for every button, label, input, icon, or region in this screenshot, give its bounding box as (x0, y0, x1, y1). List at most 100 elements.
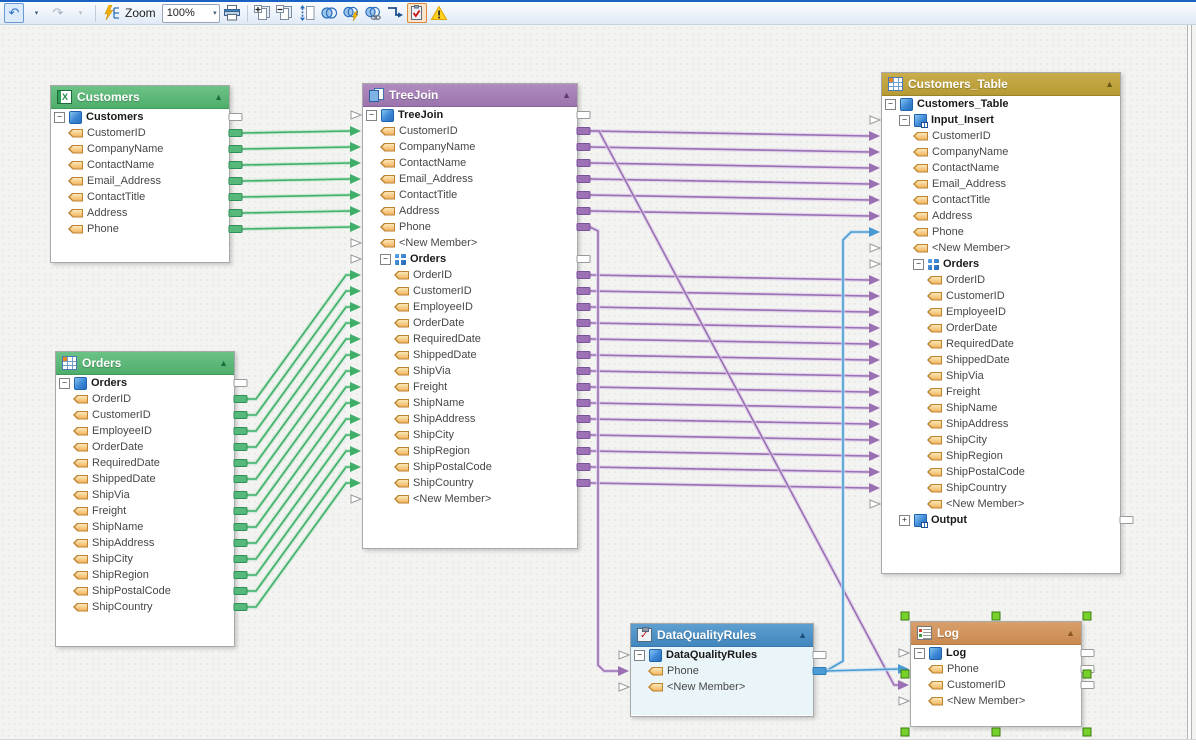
row-phone[interactable]: Phone (631, 663, 813, 679)
row-customerid[interactable]: CustomerID (911, 677, 1081, 693)
row-new-member[interactable]: <New Member> (363, 491, 577, 507)
zoom-select[interactable]: 100% ▾ (162, 4, 220, 23)
redo-button[interactable]: ↷ (48, 3, 68, 23)
row-customerid[interactable]: CustomerID (363, 283, 577, 299)
print-button[interactable] (222, 3, 242, 23)
component-header[interactable]: DataQualityRules ▲ (631, 624, 813, 647)
horizontal-scrollbar[interactable] (0, 739, 1196, 746)
collapse-toggle-icon[interactable]: ▲ (214, 93, 223, 102)
row-output[interactable]: +Output (882, 512, 1120, 528)
auto-connect-button[interactable] (101, 3, 121, 23)
validate-mapping-button[interactable] (407, 3, 427, 23)
row-shipvia[interactable]: ShipVia (363, 363, 577, 379)
collapse-toggle-icon[interactable]: ▲ (798, 631, 807, 640)
row-input-insert[interactable]: −Input_Insert (882, 112, 1120, 128)
row-customerid[interactable]: CustomerID (56, 407, 234, 423)
row-shipaddress[interactable]: ShipAddress (56, 535, 234, 551)
row-shipregion[interactable]: ShipRegion (363, 443, 577, 459)
row-orders[interactable]: −Orders (56, 375, 234, 391)
connector-style-button[interactable] (385, 3, 405, 23)
row-companyname[interactable]: CompanyName (363, 139, 577, 155)
row-shipcountry[interactable]: ShipCountry (363, 475, 577, 491)
component-header[interactable]: Customers ▲ (51, 86, 229, 109)
row-address[interactable]: Address (882, 208, 1120, 224)
row-customerid[interactable]: CustomerID (51, 125, 229, 141)
row-phone[interactable]: Phone (51, 221, 229, 237)
row-shipregion[interactable]: ShipRegion (56, 567, 234, 583)
row-freight[interactable]: Freight (882, 384, 1120, 400)
row-phone[interactable]: Phone (911, 661, 1081, 677)
row-shippostalcode[interactable]: ShipPostalCode (56, 583, 234, 599)
row-email-address[interactable]: Email_Address (51, 173, 229, 189)
row-shippostalcode[interactable]: ShipPostalCode (882, 464, 1120, 480)
row-customerid[interactable]: CustomerID (882, 288, 1120, 304)
row-orderid[interactable]: OrderID (363, 267, 577, 283)
component-header[interactable]: Log ▲ (911, 622, 1081, 645)
row-address[interactable]: Address (51, 205, 229, 221)
row-customerid[interactable]: CustomerID (363, 123, 577, 139)
component-customers[interactable]: Customers ▲ −CustomersCustomerIDCompanyN… (50, 85, 230, 263)
row-requireddate[interactable]: RequiredDate (882, 336, 1120, 352)
collapse-toggle-icon[interactable]: ▲ (1066, 629, 1075, 638)
minus-expander-icon[interactable]: − (914, 648, 925, 659)
row-orders[interactable]: −Orders (882, 256, 1120, 272)
component-treejoin[interactable]: TreeJoin ▲ −TreeJoinCustomerIDCompanyNam… (362, 83, 578, 549)
row-shipaddress[interactable]: ShipAddress (363, 411, 577, 427)
row-shipregion[interactable]: ShipRegion (882, 448, 1120, 464)
autosize-component-button[interactable] (297, 3, 317, 23)
row-employeeid[interactable]: EmployeeID (882, 304, 1120, 320)
minus-expander-icon[interactable]: − (899, 115, 910, 126)
component-header[interactable]: Orders ▲ (56, 352, 234, 375)
connect-matching-children-button[interactable] (319, 3, 339, 23)
row-shipaddress[interactable]: ShipAddress (882, 416, 1120, 432)
row-employeeid[interactable]: EmployeeID (363, 299, 577, 315)
row-shippeddate[interactable]: ShippedDate (363, 347, 577, 363)
collapse-toggle-icon[interactable]: ▲ (219, 359, 228, 368)
redo-history-dropdown[interactable]: ▾ (70, 3, 90, 23)
row-orders[interactable]: −Orders (363, 251, 577, 267)
minus-expander-icon[interactable]: − (54, 112, 65, 123)
row-email-address[interactable]: Email_Address (363, 171, 577, 187)
row-orderid[interactable]: OrderID (882, 272, 1120, 288)
row-phone[interactable]: Phone (882, 224, 1120, 240)
row-shippeddate[interactable]: ShippedDate (882, 352, 1120, 368)
row-shippeddate[interactable]: ShippedDate (56, 471, 234, 487)
row-new-member[interactable]: <New Member> (911, 693, 1081, 709)
component-customers-table[interactable]: Customers_Table ▲ −Customers_Table−Input… (881, 72, 1121, 574)
component-dataqualityrules[interactable]: DataQualityRules ▲ −DataQualityRulesPhon… (630, 623, 814, 717)
row-companyname[interactable]: CompanyName (882, 144, 1120, 160)
row-customers-table[interactable]: −Customers_Table (882, 96, 1120, 112)
minus-expander-icon[interactable]: − (59, 378, 70, 389)
row-freight[interactable]: Freight (56, 503, 234, 519)
row-contactname[interactable]: ContactName (882, 160, 1120, 176)
minus-expander-icon[interactable]: − (380, 254, 391, 265)
row-shipcountry[interactable]: ShipCountry (882, 480, 1120, 496)
component-header[interactable]: TreeJoin ▲ (363, 84, 577, 107)
row-log[interactable]: −Log (911, 645, 1081, 661)
vertical-scrollbar[interactable] (1187, 25, 1192, 739)
row-new-member[interactable]: <New Member> (363, 235, 577, 251)
row-address[interactable]: Address (363, 203, 577, 219)
row-shipvia[interactable]: ShipVia (56, 487, 234, 503)
auto-connect-equal-names-button[interactable] (363, 3, 383, 23)
collapse-all-button[interactable] (275, 3, 295, 23)
undo-button[interactable]: ↶ (4, 3, 24, 23)
row-orderdate[interactable]: OrderDate (363, 315, 577, 331)
collapse-toggle-icon[interactable]: ▲ (1105, 80, 1114, 89)
minus-expander-icon[interactable]: − (885, 99, 896, 110)
plus-expander-icon[interactable]: + (899, 515, 910, 526)
component-orders[interactable]: Orders ▲ −OrdersOrderIDCustomerIDEmploye… (55, 351, 235, 647)
row-email-address[interactable]: Email_Address (882, 176, 1120, 192)
row-shipname[interactable]: ShipName (56, 519, 234, 535)
expand-all-button[interactable] (253, 3, 273, 23)
row-shipvia[interactable]: ShipVia (882, 368, 1120, 384)
row-contacttitle[interactable]: ContactTitle (882, 192, 1120, 208)
component-log[interactable]: Log ▲ −LogPhoneCustomerID<New Member> (910, 621, 1082, 727)
row-companyname[interactable]: CompanyName (51, 141, 229, 157)
row-freight[interactable]: Freight (363, 379, 577, 395)
row-shipcountry[interactable]: ShipCountry (56, 599, 234, 615)
row-shipcity[interactable]: ShipCity (882, 432, 1120, 448)
row-new-member[interactable]: <New Member> (882, 240, 1120, 256)
row-orderdate[interactable]: OrderDate (882, 320, 1120, 336)
connect-matching-settings-button[interactable] (341, 3, 361, 23)
